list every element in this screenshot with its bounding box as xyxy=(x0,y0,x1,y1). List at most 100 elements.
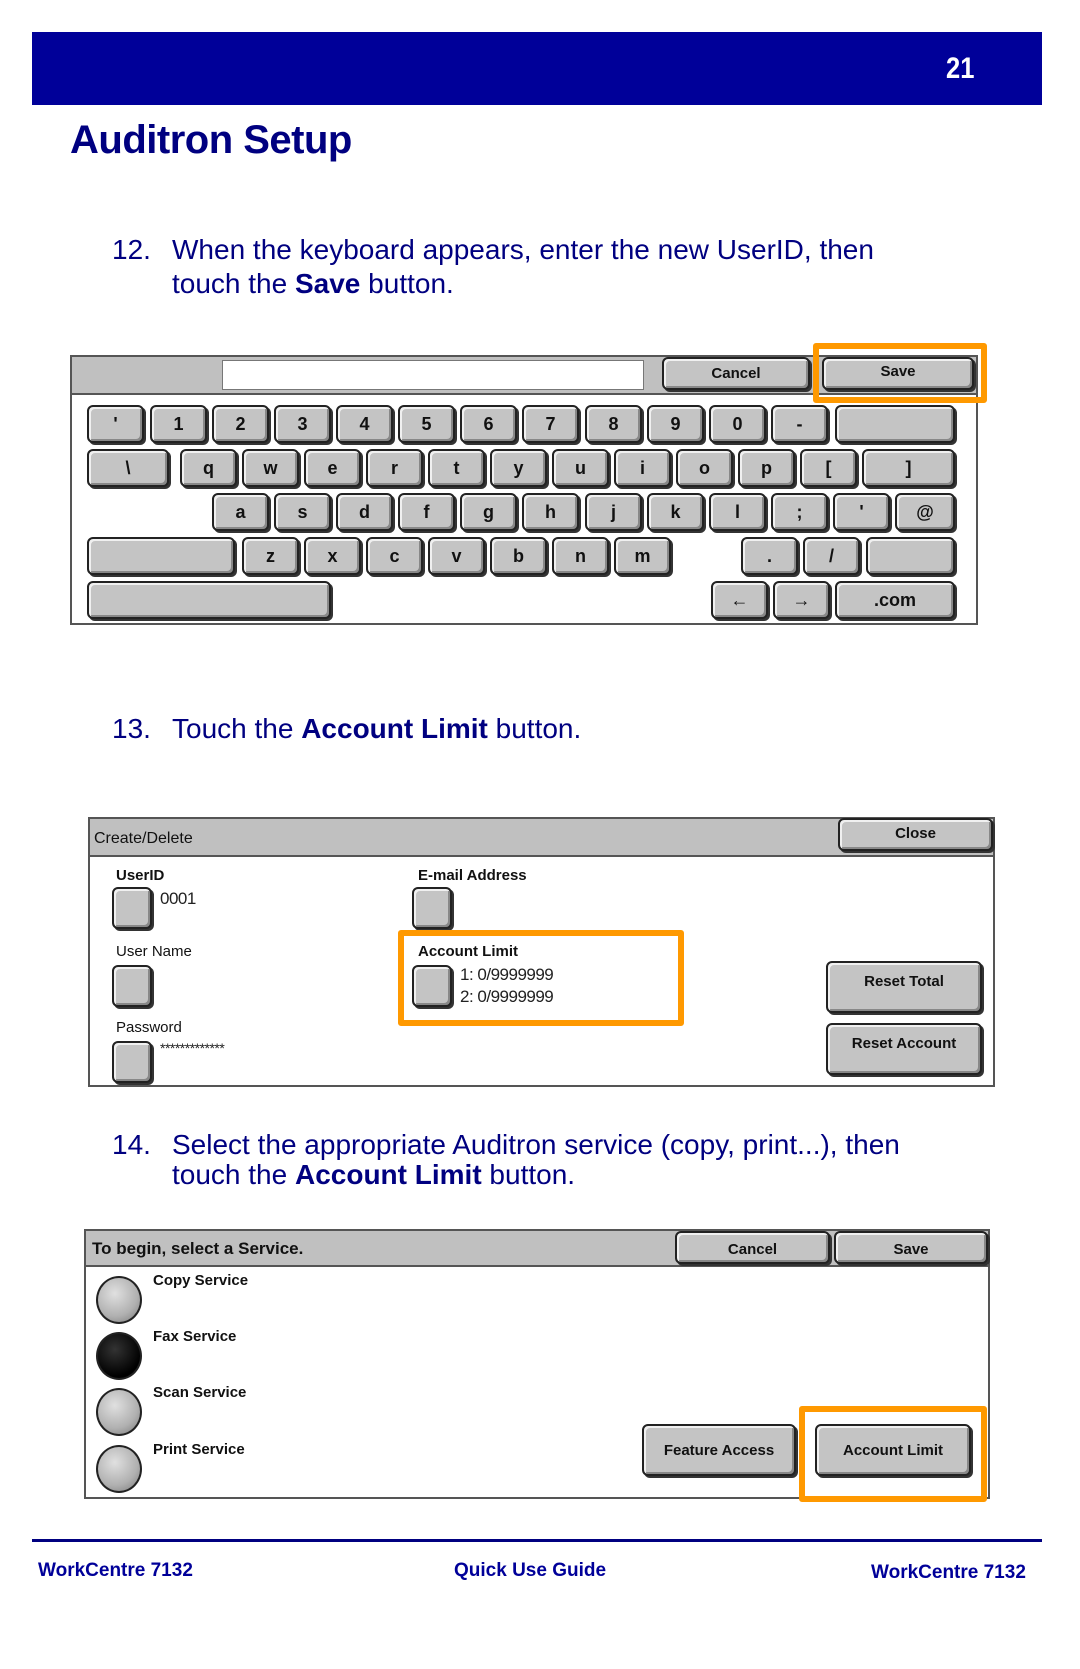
keyboard-key[interactable]: 5 xyxy=(398,405,455,443)
keyboard-key[interactable]: k xyxy=(647,493,704,531)
keyboard-key[interactable]: \ xyxy=(87,449,169,487)
service-radio[interactable] xyxy=(96,1388,142,1436)
key-label: x xyxy=(327,545,338,566)
key-label: ] xyxy=(905,457,912,478)
service-radio[interactable] xyxy=(96,1445,142,1493)
page-title: Auditron Setup xyxy=(70,118,352,162)
userid-value: 0001 xyxy=(160,889,196,908)
close-button[interactable]: Close xyxy=(838,818,993,851)
keyboard-key[interactable]: ← xyxy=(711,581,768,619)
password-label: Password xyxy=(116,1019,182,1036)
keyboard-key[interactable]: o xyxy=(676,449,733,487)
service-radio[interactable] xyxy=(96,1276,142,1324)
keyboard-key[interactable]: ' xyxy=(833,493,890,531)
username-button[interactable] xyxy=(112,965,152,1007)
keyboard-key[interactable]: u xyxy=(552,449,609,487)
email-label: E-mail Address xyxy=(418,867,527,884)
key-label: l xyxy=(734,501,740,522)
keyboard-key[interactable]: j xyxy=(585,493,642,531)
keyboard-key[interactable]: [ xyxy=(800,449,857,487)
keyboard-key[interactable]: 2 xyxy=(212,405,269,443)
service-label: Copy Service xyxy=(153,1272,249,1289)
cancel-button[interactable]: Cancel xyxy=(675,1231,830,1264)
key-label: - xyxy=(796,413,803,434)
keyboard-key[interactable]: 0 xyxy=(709,405,766,443)
keyboard-key[interactable]: w xyxy=(242,449,299,487)
service-radio[interactable] xyxy=(96,1332,142,1380)
step-text-bold: Account Limit xyxy=(301,713,488,744)
text-input[interactable] xyxy=(222,360,644,390)
key-label: 1 xyxy=(173,413,184,434)
feature-access-label: Feature Access xyxy=(663,1441,775,1459)
keyboard-key[interactable]: 9 xyxy=(647,405,704,443)
keyboard-key[interactable]: x xyxy=(304,537,361,575)
keyboard-key[interactable]: s xyxy=(274,493,331,531)
key-label: . xyxy=(766,545,772,566)
key-label: n xyxy=(575,545,586,566)
keyboard-key[interactable] xyxy=(835,405,955,443)
key-label: .com xyxy=(873,589,916,610)
keyboard-key[interactable]: - xyxy=(771,405,828,443)
keyboard-key[interactable]: g xyxy=(460,493,517,531)
keyboard-key[interactable]: c xyxy=(366,537,423,575)
keyboard-key[interactable]: ; xyxy=(771,493,828,531)
password-button[interactable] xyxy=(112,1041,152,1083)
keyboard-key[interactable]: 1 xyxy=(150,405,207,443)
key-label: 0 xyxy=(732,413,743,434)
key-label: p xyxy=(761,457,772,478)
keyboard-key[interactable]: z xyxy=(242,537,299,575)
keyboard-key[interactable]: h xyxy=(522,493,579,531)
email-button[interactable] xyxy=(412,887,452,929)
keyboard-key[interactable]: r xyxy=(366,449,423,487)
footer-center: Quick Use Guide xyxy=(454,1560,607,1581)
keyboard-key[interactable]: e xyxy=(304,449,361,487)
reset-account-button[interactable]: Reset Account xyxy=(826,1023,982,1075)
keyboard-key[interactable] xyxy=(87,537,235,575)
step-text-line: button. xyxy=(360,268,454,299)
keyboard-key[interactable]: 3 xyxy=(274,405,331,443)
keyboard-key[interactable] xyxy=(866,537,955,575)
account-limit-highlight xyxy=(799,1406,987,1502)
keyboard-key[interactable]: n xyxy=(552,537,609,575)
keyboard-key[interactable]: m xyxy=(614,537,671,575)
keyboard-key[interactable]: y xyxy=(490,449,547,487)
save-button[interactable]: Save xyxy=(834,1231,988,1264)
keyboard-key[interactable]: q xyxy=(180,449,237,487)
userid-button[interactable] xyxy=(112,887,152,929)
cancel-button[interactable]: Cancel xyxy=(662,357,810,390)
keyboard-key[interactable]: l xyxy=(709,493,766,531)
keyboard-key[interactable]: i xyxy=(614,449,671,487)
keyboard-key[interactable]: 6 xyxy=(460,405,517,443)
keyboard-key[interactable]: 4 xyxy=(336,405,393,443)
footer-right: WorkCentre 7132 xyxy=(871,1562,1026,1583)
feature-access-button[interactable]: Feature Access xyxy=(642,1424,796,1476)
keyboard-key[interactable]: 7 xyxy=(522,405,579,443)
key-label: q xyxy=(203,457,214,478)
keyboard-key[interactable]: v xyxy=(428,537,485,575)
keyboard-key[interactable]: p xyxy=(738,449,795,487)
keyboard-key[interactable]: a xyxy=(212,493,269,531)
key-label: 9 xyxy=(670,413,681,434)
keyboard-key[interactable]: ' xyxy=(87,405,144,443)
keyboard-key[interactable] xyxy=(87,581,331,619)
keyboard-key[interactable]: @ xyxy=(895,493,955,531)
keyboard-key[interactable]: .com xyxy=(835,581,955,619)
keyboard-key[interactable]: f xyxy=(398,493,455,531)
keyboard-key[interactable]: b xyxy=(490,537,547,575)
keyboard-key[interactable]: . xyxy=(741,537,798,575)
keyboard-key[interactable]: / xyxy=(803,537,860,575)
step-12: 12. When the keyboard appears, enter the… xyxy=(112,233,1012,303)
key-label: f xyxy=(423,501,430,522)
reset-total-button[interactable]: Reset Total xyxy=(826,961,982,1013)
keyboard-key[interactable]: 8 xyxy=(585,405,642,443)
key-label: v xyxy=(451,545,462,566)
keyboard-key[interactable]: ] xyxy=(862,449,955,487)
step-text-line: When the keyboard appears, enter the new… xyxy=(172,234,874,265)
save-highlight xyxy=(813,343,987,403)
service-label: Fax Service xyxy=(153,1328,237,1345)
key-label: y xyxy=(513,457,524,478)
step-text-line: Touch the xyxy=(172,713,302,744)
keyboard-key[interactable]: → xyxy=(773,581,830,619)
keyboard-key[interactable]: d xyxy=(336,493,393,531)
keyboard-key[interactable]: t xyxy=(428,449,485,487)
